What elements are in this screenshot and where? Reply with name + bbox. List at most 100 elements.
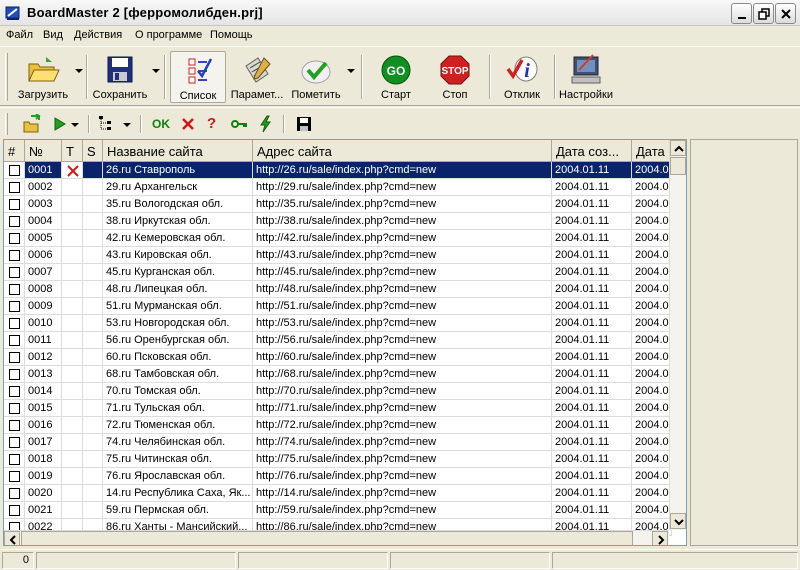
row-checkbox[interactable] [9,403,20,414]
save-button[interactable]: Сохранить [91,51,149,103]
row-checkbox[interactable] [9,182,20,193]
save-small-icon[interactable] [294,114,314,134]
cell-t [62,213,83,230]
params-button[interactable]: Парамет... [229,51,285,103]
import-icon[interactable] [22,114,42,134]
row-checkbox[interactable] [9,335,20,346]
row-checkbox[interactable] [9,318,20,329]
row-checkbox[interactable] [9,165,20,176]
question-button[interactable]: ? [207,115,227,135]
delete-x-icon[interactable] [178,114,198,134]
table-row[interactable]: 0020 14.ru Республика Саха, Як... http://1… [4,485,672,502]
row-checkbox[interactable] [9,233,20,244]
scroll-up-button[interactable] [670,140,686,156]
close-button[interactable] [775,3,796,24]
table-row[interactable]: 0004 38.ru Иркутская обл. http://38.ru/sal… [4,213,672,230]
table-row[interactable]: 0005 42.ru Кемеровская обл. http://42.ru/s… [4,230,672,247]
column-header-select[interactable]: # [4,140,25,162]
table-row[interactable]: 0006 43.ru Кировская обл. http://43.ru/sal… [4,247,672,264]
table-row[interactable]: 0014 70.ru Томская обл. http://70.ru/sale/… [4,383,672,400]
save-dropdown-arrow[interactable] [152,69,160,73]
table-row[interactable]: 0008 48.ru Липецкая обл. http://48.ru/sale… [4,281,672,298]
table-row[interactable]: 0007 45.ru Курганская обл. http://45.ru/sa… [4,264,672,281]
menu-view[interactable]: Вид [43,29,63,41]
row-checkbox[interactable] [9,420,20,431]
row-checkbox[interactable] [9,301,20,312]
response-button[interactable]: i Отклик [494,51,550,103]
cell-date-created: 2004.01.11 [552,315,632,332]
scroll-right-button[interactable] [652,531,668,545]
scroll-left-button[interactable] [4,531,20,545]
menu-file[interactable]: Файл [6,29,33,41]
load-dropdown-arrow[interactable] [75,69,83,73]
scroll-down-button[interactable] [670,513,686,529]
key-icon[interactable] [230,114,250,134]
cell-s [83,196,103,213]
mark-button[interactable]: Пометить [288,51,344,103]
row-checkbox[interactable] [9,250,20,261]
column-header-number[interactable]: № [25,140,62,162]
row-checkbox[interactable] [9,437,20,448]
row-checkbox[interactable] [9,454,20,465]
start-button[interactable]: GO Старт [368,51,424,103]
title-bar[interactable]: BoardMaster 2 [ферромолибден.prj] [0,0,800,26]
table-row[interactable]: 0017 74.ru Челябинская обл. http://74.ru/s… [4,434,672,451]
row-checkbox[interactable] [9,471,20,482]
table-row[interactable]: 0010 53.ru Новгородская обл. http://53.ru/… [4,315,672,332]
column-header-s[interactable]: S [83,140,103,162]
settings-label: Настройки [559,89,613,101]
table-row[interactable]: 0003 35.ru Вологодская обл. http://35.ru/s… [4,196,672,213]
menu-actions[interactable]: Действия [74,29,122,41]
play-icon[interactable] [50,114,70,134]
vertical-scrollbar[interactable] [669,140,686,530]
table-row[interactable]: 0016 72.ru Тюменская обл. http://72.ru/sal… [4,417,672,434]
table-row[interactable]: 0018 75.ru Читинская обл. http://75.ru/sal… [4,451,672,468]
table-row[interactable]: 0011 56.ru Оренбургская обл. http://56.ru/… [4,332,672,349]
horizontal-scrollbar[interactable] [4,530,669,545]
column-header-site-name[interactable]: Название сайта [103,140,253,162]
row-checkbox[interactable] [9,267,20,278]
column-header-site-url[interactable]: Адрес сайта [253,140,552,162]
row-checkbox[interactable] [9,216,20,227]
table-row[interactable]: 0019 76.ru Ярославская обл. http://76.ru/s… [4,468,672,485]
settings-button[interactable]: Настройки [557,51,615,103]
play-dropdown-arrow[interactable] [71,123,79,127]
row-checkbox[interactable] [9,369,20,380]
cell-t [62,332,83,349]
table-row[interactable]: 0001 26.ru Ставрополь http://26.ru/sale/in… [4,162,672,179]
table-row[interactable]: 0015 71.ru Тульская обл. http://71.ru/sale… [4,400,672,417]
minimize-button[interactable] [731,3,752,24]
mark-dropdown-arrow[interactable] [347,69,355,73]
menu-help[interactable]: Помощь [210,29,253,41]
cell-s [83,451,103,468]
table-row[interactable]: 0002 29.ru Архангельск http://29.ru/sale/i… [4,179,672,196]
column-header-date-created[interactable]: Дата соз... [552,140,632,162]
ok-button[interactable]: OK [152,117,172,137]
row-checkbox[interactable] [9,488,20,499]
column-header-t[interactable]: T [62,140,83,162]
cell-date: 2004.0 [632,468,672,485]
lightning-icon[interactable] [256,114,276,134]
cell-s [83,247,103,264]
row-checkbox[interactable] [9,199,20,210]
stop-button[interactable]: STOP Стоп [427,51,483,103]
tree-view-icon[interactable] [97,114,117,134]
restore-button[interactable] [753,3,774,24]
table-row[interactable]: 0021 59.ru Пермская обл. http://59.ru/sale… [4,502,672,519]
column-header-date[interactable]: Дата [632,140,672,162]
vertical-scroll-thumb[interactable] [670,157,686,175]
tree-dropdown-arrow[interactable] [123,123,131,127]
table-row[interactable]: 0009 51.ru Мурманская обл. http://51.ru/sa… [4,298,672,315]
table-row[interactable]: 0012 60.ru Псковская обл. http://60.ru/sal… [4,349,672,366]
row-checkbox[interactable] [9,352,20,363]
horizontal-scroll-thumb[interactable] [21,531,633,545]
row-checkbox[interactable] [9,505,20,516]
toolbar-grip[interactable] [5,53,8,101]
row-checkbox[interactable] [9,386,20,397]
row-checkbox[interactable] [9,284,20,295]
toolbar-grip[interactable] [5,113,8,135]
menu-about[interactable]: О программе [135,29,202,41]
table-row[interactable]: 0013 68.ru Тамбовская обл. http://68.ru/sa… [4,366,672,383]
load-button[interactable]: Загрузить [12,51,74,103]
list-button[interactable]: Список [170,51,226,103]
